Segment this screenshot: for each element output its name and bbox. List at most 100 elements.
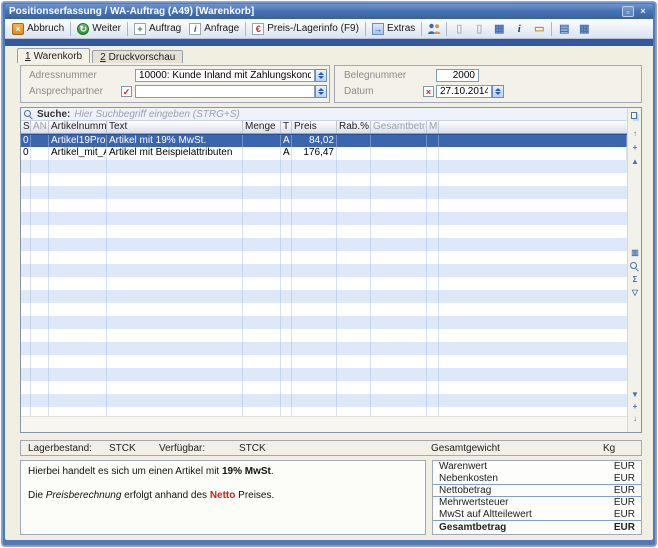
cell-s: 0 (21, 147, 31, 160)
scroll-bottom-icon[interactable]: ↓ (629, 413, 641, 425)
header-band (5, 39, 653, 46)
toolbar-separator (245, 22, 246, 36)
info-button[interactable]: i (510, 20, 528, 37)
datum-field[interactable] (436, 85, 492, 98)
verfuegbar-label: Verfügbar: (159, 443, 205, 454)
column-header-filler (439, 121, 627, 133)
auftrag-button[interactable]: + Auftrag (130, 20, 185, 37)
adressnummer-label: Adressnummer (29, 70, 97, 81)
restore-icon[interactable]: ▫ (622, 6, 634, 17)
window-layout-icon: ▭ (534, 23, 544, 35)
zoom-icon[interactable] (630, 262, 639, 271)
clear-date-icon[interactable]: × (423, 86, 434, 97)
adressnummer-field[interactable] (135, 69, 315, 82)
auftrag-label: Auftrag (149, 23, 181, 34)
panel-right-button[interactable]: ▯ (470, 20, 488, 37)
cell-artikelnummer: Artikel19Prozent (49, 135, 107, 147)
column-header-t[interactable]: T (281, 121, 292, 133)
content-area: 1 Warenkorb 2 Druckvorschau Adressnummer… (5, 46, 653, 540)
horizontal-scroll-track[interactable] (21, 416, 627, 432)
grid-edit-button[interactable]: ▦ (490, 20, 508, 37)
toolbar-separator (421, 22, 422, 36)
grid-add-icon: ▦ (579, 23, 589, 35)
abbruch-label: Abbruch (27, 23, 64, 34)
window-title: Positionserfassung / WA-Auftrag (A49) [W… (9, 6, 619, 17)
weiter-button[interactable]: ↻ Weiter (73, 20, 125, 37)
article-info-box: Hierbei handelt es sich um einen Artikel… (20, 460, 426, 535)
belegnummer-field[interactable] (436, 69, 479, 82)
cancel-icon: × (12, 23, 24, 35)
cell-m (427, 147, 439, 160)
ansprechpartner-field[interactable] (135, 85, 315, 98)
doc-export-icon: ▤ (559, 23, 569, 35)
column-header-preis[interactable]: Preis (292, 121, 337, 133)
extras-icon: → (372, 23, 384, 35)
copy-icon[interactable] (631, 112, 637, 119)
spin-up-icon (318, 72, 324, 75)
cell-rab (337, 135, 371, 147)
anfrage-button[interactable]: i Anfrage (185, 20, 243, 37)
cell-an (31, 135, 49, 147)
filter-icon[interactable]: ▽ (629, 287, 641, 299)
scroll-down-icon[interactable]: ▼ (629, 389, 641, 401)
preis-lagerinfo-button[interactable]: € Preis-/Lagerinfo (F9) (248, 20, 363, 37)
grid-empty-rows (21, 160, 627, 416)
spin-up-icon (318, 88, 324, 91)
contacts-button[interactable] (425, 20, 443, 37)
ansprechpartner-spinner[interactable] (315, 85, 327, 98)
panel-icon: ▯ (456, 23, 462, 35)
column-header-an[interactable]: AN (31, 121, 49, 133)
close-icon[interactable]: × (637, 6, 649, 17)
spin-down-icon (495, 92, 501, 95)
weiter-label: Weiter (92, 23, 121, 34)
table-row-selected[interactable]: 0 Artikel19Prozent Artikel mit 19% MwSt.… (21, 134, 627, 147)
title-bar: Positionserfassung / WA-Auftrag (A49) [W… (5, 4, 653, 19)
column-header-text[interactable]: Text (107, 121, 243, 133)
abbruch-button[interactable]: × Abbruch (8, 20, 68, 37)
extras-button[interactable]: → Extras (368, 20, 419, 37)
edit-check-icon[interactable]: ✓ (121, 86, 132, 97)
ansprechpartner-label: Ansprechpartner (29, 86, 103, 97)
grid-header: S AN Artikelnummer Text Menge T Preis Ra… (21, 121, 627, 134)
column-header-s[interactable]: S (21, 121, 31, 133)
toolbar-separator (127, 22, 128, 36)
tab-number: 2 (100, 52, 106, 63)
column-header-gesamtbetrag[interactable]: Gesamtbetrag (371, 121, 427, 133)
row-insert-icon[interactable]: + (629, 142, 641, 154)
tab-warenkorb[interactable]: 1 Warenkorb (17, 48, 90, 63)
cell-menge (243, 135, 281, 147)
contacts-icon (427, 23, 441, 35)
doc-export-button[interactable]: ▤ (555, 20, 573, 37)
cell-filler (439, 135, 627, 147)
column-header-m[interactable]: M (427, 121, 439, 133)
window-layout-button[interactable]: ▭ (530, 20, 548, 37)
positions-grid: Suche: Hier Suchbegriff eingeben (STRG+S… (20, 107, 642, 433)
tab-label: Druckvorschau (109, 52, 176, 63)
scroll-top-icon[interactable]: ↑ (629, 128, 641, 140)
document-info-icon: i (189, 23, 201, 35)
cell-s: 0 (21, 135, 31, 147)
grid-add-button[interactable]: ▦ (575, 20, 593, 37)
lagerbestand-value: STCK (109, 443, 136, 454)
row-append-icon[interactable]: + (629, 401, 641, 413)
panel-icon: ▯ (476, 23, 482, 35)
tab-druckvorschau[interactable]: 2 Druckvorschau (92, 50, 183, 63)
spin-down-icon (318, 92, 324, 95)
search-icon (24, 110, 33, 119)
table-row[interactable]: 0 Artikel_mit_Attribu Artikel mit Beispi… (21, 147, 627, 160)
totals-panel: WarenwertEUR NebenkostenEUR NettobetragE… (432, 460, 642, 535)
column-header-menge[interactable]: Menge (243, 121, 281, 133)
toolbar-separator (446, 22, 447, 36)
tab-number: 1 (25, 51, 31, 62)
column-header-artikelnummer[interactable]: Artikelnummer (49, 121, 107, 133)
scroll-up-icon[interactable]: ▲ (629, 156, 641, 168)
adressnummer-spinner[interactable] (315, 69, 327, 82)
cell-filler (439, 147, 627, 160)
datum-spinner[interactable] (492, 85, 504, 98)
columns-icon[interactable]: ▥ (629, 247, 641, 259)
sum-icon[interactable]: Σ (629, 274, 641, 286)
grid-search-row[interactable]: Suche: Hier Suchbegriff eingeben (STRG+S… (21, 108, 627, 121)
panel-left-button[interactable]: ▯ (450, 20, 468, 37)
column-header-rab[interactable]: Rab.% (337, 121, 371, 133)
address-panel: Adressnummer Ansprechpartner ✓ (20, 65, 330, 103)
